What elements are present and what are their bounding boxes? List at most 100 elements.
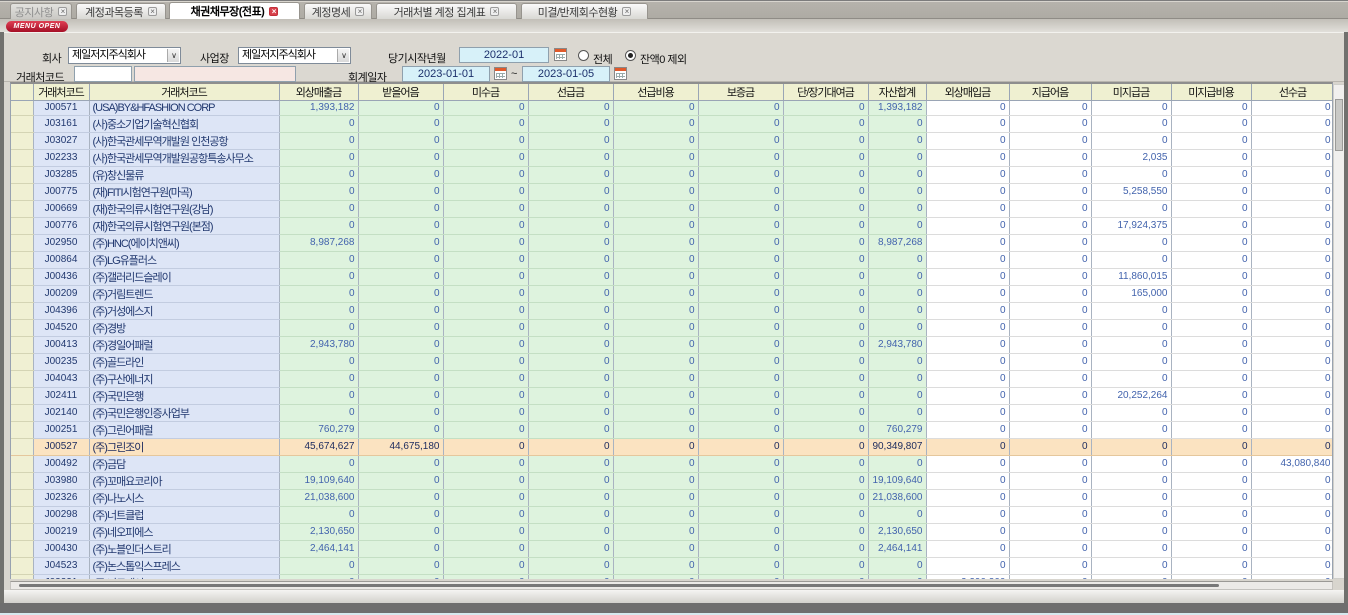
amount-cell[interactable]: 165,000 <box>1091 285 1171 302</box>
amount-cell[interactable]: 0 <box>1009 523 1091 540</box>
vendor-code-cell[interactable]: J00298 <box>33 506 89 523</box>
amount-cell[interactable]: 0 <box>1009 557 1091 574</box>
amount-cell[interactable]: 0 <box>358 234 443 251</box>
amount-cell[interactable]: 760,279 <box>279 421 358 438</box>
amount-cell[interactable]: 0 <box>926 336 1009 353</box>
amount-cell[interactable]: 0 <box>1091 251 1171 268</box>
amount-cell[interactable]: 0 <box>783 132 868 149</box>
amount-cell[interactable]: 0 <box>868 404 926 421</box>
amount-cell[interactable]: 0 <box>783 268 868 285</box>
amount-cell[interactable]: 0 <box>926 251 1009 268</box>
amount-cell[interactable]: 0 <box>1251 115 1333 132</box>
row-indicator-cell[interactable] <box>11 285 33 302</box>
amount-cell[interactable]: 0 <box>1009 455 1091 472</box>
amount-cell[interactable]: 21,038,600 <box>868 489 926 506</box>
amount-cell[interactable]: 0 <box>443 438 528 455</box>
amount-cell[interactable]: 0 <box>1251 268 1333 285</box>
vendor-name-cell[interactable]: (사)한국관세무역개발원공항특송사무소 <box>89 149 279 166</box>
amount-cell[interactable]: 0 <box>1251 506 1333 523</box>
amount-cell[interactable]: 0 <box>613 370 698 387</box>
amount-cell[interactable]: 0 <box>358 183 443 200</box>
table-row[interactable]: J00775(재)FITI시험연구원(마곡)00000000005,258,55… <box>11 183 1333 200</box>
amount-cell[interactable]: 1,393,182 <box>868 101 926 116</box>
amount-cell[interactable]: 0 <box>358 404 443 421</box>
amount-cell[interactable]: 0 <box>1091 540 1171 557</box>
amount-cell[interactable]: 0 <box>1009 251 1091 268</box>
amount-cell[interactable]: 0 <box>443 404 528 421</box>
vendor-code-cell[interactable]: J02233 <box>33 149 89 166</box>
amount-cell[interactable]: 0 <box>783 353 868 370</box>
amount-cell[interactable]: 0 <box>1009 438 1091 455</box>
table-row[interactable]: J00492(주)금담00000000000043,080,840 <box>11 455 1333 472</box>
table-row[interactable]: J03221(주)니트케이000000002,290,2000000 <box>11 574 1333 579</box>
amount-cell[interactable]: 0 <box>698 234 783 251</box>
amount-cell[interactable]: 0 <box>528 523 613 540</box>
amount-cell[interactable]: 0 <box>1251 472 1333 489</box>
vendor-name-cell[interactable]: (주)경일어패럴 <box>89 336 279 353</box>
amount-cell[interactable]: 0 <box>783 217 868 234</box>
amount-cell[interactable]: 0 <box>1171 506 1251 523</box>
amount-cell[interactable]: 0 <box>783 387 868 404</box>
amount-cell[interactable]: 0 <box>443 574 528 579</box>
amount-cell[interactable]: 0 <box>1009 234 1091 251</box>
amount-cell[interactable]: 0 <box>1009 387 1091 404</box>
vendor-code-cell[interactable]: J00235 <box>33 353 89 370</box>
amount-cell[interactable]: 0 <box>1091 319 1171 336</box>
amount-cell[interactable]: 0 <box>279 268 358 285</box>
amount-cell[interactable]: 0 <box>698 251 783 268</box>
amount-cell[interactable]: 0 <box>868 166 926 183</box>
amount-cell[interactable]: 0 <box>613 149 698 166</box>
amount-cell[interactable]: 0 <box>443 489 528 506</box>
amount-cell[interactable]: 0 <box>358 523 443 540</box>
vendor-code-cell[interactable]: J03161 <box>33 115 89 132</box>
row-indicator-cell[interactable] <box>11 557 33 574</box>
amount-cell[interactable]: 0 <box>1171 574 1251 579</box>
amount-cell[interactable]: 0 <box>868 285 926 302</box>
amount-cell[interactable]: 0 <box>358 149 443 166</box>
amount-cell[interactable]: 0 <box>1171 183 1251 200</box>
amount-cell[interactable]: 0 <box>528 387 613 404</box>
amount-cell[interactable]: 0 <box>443 101 528 116</box>
amount-cell[interactable]: 2,464,141 <box>868 540 926 557</box>
amount-cell[interactable]: 0 <box>443 166 528 183</box>
vendor-name-cell[interactable]: (주)꼬매요코리아 <box>89 472 279 489</box>
amount-cell[interactable]: 0 <box>528 183 613 200</box>
amount-cell[interactable]: 0 <box>613 200 698 217</box>
amount-cell[interactable]: 0 <box>443 217 528 234</box>
calendar-icon[interactable] <box>554 48 567 61</box>
vendor-name-cell[interactable]: (사)한국관세무역개발원 인천공항 <box>89 132 279 149</box>
amount-cell[interactable]: 0 <box>613 421 698 438</box>
amount-cell[interactable]: 0 <box>868 574 926 579</box>
vendor-name-cell[interactable]: (주)국민은행 <box>89 387 279 404</box>
tab-close-icon[interactable]: × <box>355 7 364 16</box>
amount-cell[interactable]: 0 <box>698 285 783 302</box>
amount-cell[interactable]: 0 <box>528 557 613 574</box>
amount-cell[interactable]: 0 <box>698 149 783 166</box>
amount-cell[interactable]: 0 <box>698 557 783 574</box>
amount-cell[interactable]: 0 <box>1009 183 1091 200</box>
amount-cell[interactable]: 0 <box>1009 404 1091 421</box>
amount-cell[interactable]: 0 <box>528 506 613 523</box>
row-indicator-cell[interactable] <box>11 268 33 285</box>
amount-cell[interactable]: 0 <box>358 421 443 438</box>
amount-cell[interactable]: 0 <box>613 506 698 523</box>
amount-cell[interactable]: 0 <box>926 149 1009 166</box>
amount-cell[interactable]: 0 <box>1251 234 1333 251</box>
amount-cell[interactable]: 0 <box>443 302 528 319</box>
amount-cell[interactable]: 0 <box>926 404 1009 421</box>
amount-cell[interactable]: 0 <box>1171 115 1251 132</box>
amount-cell[interactable]: 0 <box>1009 115 1091 132</box>
amount-cell[interactable]: 0 <box>783 574 868 579</box>
amount-cell[interactable]: 0 <box>613 404 698 421</box>
row-indicator-cell[interactable] <box>11 166 33 183</box>
row-indicator-cell[interactable] <box>11 404 33 421</box>
amount-cell[interactable]: 11,860,015 <box>1091 268 1171 285</box>
amount-cell[interactable]: 0 <box>358 557 443 574</box>
amount-cell[interactable]: 0 <box>1171 540 1251 557</box>
amount-cell[interactable]: 0 <box>443 200 528 217</box>
amount-cell[interactable]: 0 <box>1171 421 1251 438</box>
amount-cell[interactable]: 0 <box>1251 200 1333 217</box>
amount-cell[interactable]: 0 <box>1251 251 1333 268</box>
amount-cell[interactable]: 0 <box>1091 523 1171 540</box>
amount-cell[interactable]: 0 <box>783 183 868 200</box>
